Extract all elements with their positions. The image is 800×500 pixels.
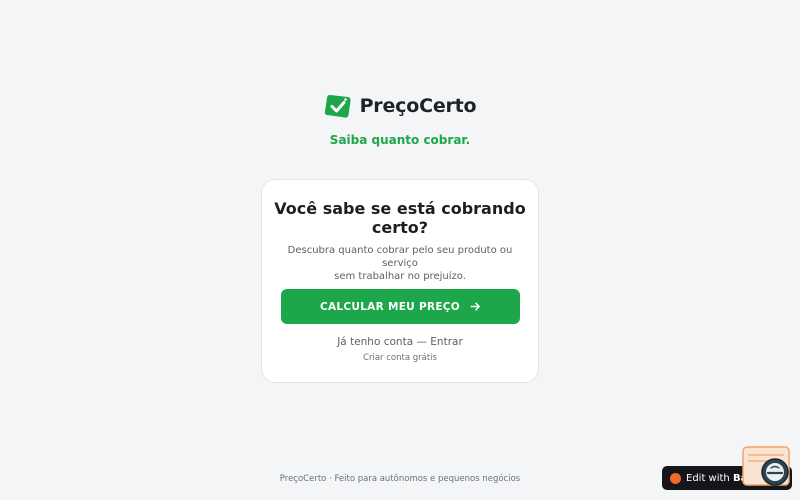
card-title: Você sabe se está cobrando certo? xyxy=(262,199,538,237)
card-title-line-1: Você sabe se está cobrando xyxy=(274,199,526,218)
signup-link[interactable]: Criar conta grátis xyxy=(262,353,538,363)
login-link[interactable]: Já tenho conta — Entrar xyxy=(262,336,538,348)
price-tag-check-icon xyxy=(324,94,351,118)
brand-name: PreçoCerto xyxy=(359,95,477,117)
calculate-price-button-label: CALCULAR MEU PREÇO xyxy=(319,300,461,313)
tagline: Saiba quanto cobrar. xyxy=(329,133,471,147)
chat-assistant-icon[interactable] xyxy=(742,446,790,488)
edit-badge-prefix: Edit with xyxy=(686,472,730,484)
hero-card: Você sabe se está cobrando certo? Descub… xyxy=(261,179,539,383)
card-description: Descubra quanto cobrar pelo seu produto … xyxy=(276,244,524,283)
card-description-line-1: Descubra quanto cobrar pelo seu produto … xyxy=(287,245,513,269)
card-description-line-2: sem trabalhar no prejuízo. xyxy=(334,271,466,282)
card-title-line-2: certo? xyxy=(371,218,429,237)
calculate-price-button[interactable]: CALCULAR MEU PREÇO xyxy=(281,289,520,324)
landing-page: PreçoCerto Saiba quanto cobrar. Você sab… xyxy=(0,0,800,500)
base44-logo-icon xyxy=(670,472,681,484)
arrow-right-icon xyxy=(470,302,480,311)
brand-header: PreçoCerto xyxy=(0,93,800,119)
